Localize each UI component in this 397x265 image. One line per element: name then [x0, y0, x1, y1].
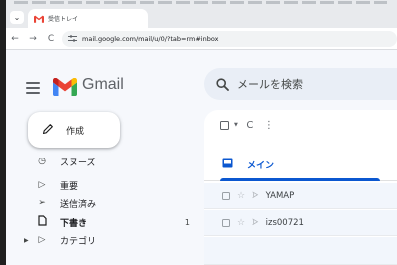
- sidebar-item-label: 重要: [60, 181, 79, 192]
- sidebar-item-drafts[interactable]: 下書き 1: [6, 214, 196, 230]
- sidebar-item-label: カテゴリ: [60, 236, 97, 247]
- sidebar-item-important[interactable]: ▷ 重要: [6, 177, 196, 193]
- label-icon: ▷: [38, 235, 46, 245]
- sidebar-item-label: スヌーズ: [60, 158, 96, 168]
- compose-label: 作成: [66, 126, 85, 137]
- email-row[interactable]: [204, 237, 397, 265]
- important-icon: ▷: [38, 180, 46, 190]
- select-all-checkbox[interactable]: [220, 120, 229, 130]
- send-icon: ➢: [38, 198, 46, 208]
- important-marker-icon[interactable]: ᗌ: [252, 218, 259, 228]
- sidebar-item-label: 下書き: [60, 218, 88, 229]
- mail-toolbar: ▼ C ⋮: [220, 116, 276, 134]
- gmail-logo-icon[interactable]: [53, 77, 77, 96]
- menu-icon[interactable]: [26, 82, 40, 94]
- row-checkbox[interactable]: [222, 191, 230, 200]
- forward-button[interactable]: →: [24, 30, 42, 48]
- tab-gmail-inbox[interactable]: 受信トレイ: [28, 9, 148, 28]
- pencil-icon: [42, 123, 54, 138]
- search-input[interactable]: メールを検索: [237, 76, 303, 92]
- gmail-favicon-icon: [34, 15, 44, 23]
- tab-bar: ⌄ 受信トレイ: [6, 6, 397, 28]
- clock-icon: ◷: [38, 158, 46, 166]
- site-info-icon[interactable]: [68, 34, 77, 44]
- tab-primary-label: メイン: [247, 160, 275, 171]
- select-dropdown-icon[interactable]: ▼: [234, 122, 238, 128]
- sidebar-item-categories[interactable]: ▶ ▷ カテゴリ: [6, 232, 196, 248]
- expand-icon[interactable]: ▶: [24, 237, 29, 244]
- gmail-wordmark[interactable]: Gmail: [82, 76, 124, 94]
- sidebar-item-label: 送信済み: [60, 199, 97, 210]
- email-sender: YAMAP: [265, 190, 295, 201]
- email-sender: izs00721: [265, 217, 304, 228]
- browser-window: ⌄ 受信トレイ ← → C mail.google.com/mail/u/0/?…: [6, 0, 397, 265]
- email-row[interactable]: ☆ ᗌ YAMAP: [204, 183, 397, 209]
- tab-title: 受信トレイ: [48, 16, 79, 23]
- draft-icon: [36, 215, 48, 229]
- tab-list-button[interactable]: ⌄: [10, 11, 24, 24]
- inbox-icon: [222, 158, 233, 171]
- important-marker-icon[interactable]: ᗌ: [252, 191, 259, 201]
- email-row[interactable]: ☆ ᗌ izs00721: [204, 210, 397, 236]
- active-tab-indicator: [220, 178, 380, 181]
- compose-button[interactable]: 作成: [28, 112, 120, 148]
- sidebar-item-snoozed[interactable]: ◷ スヌーズ: [6, 158, 196, 170]
- search-bar[interactable]: メールを検索: [204, 68, 397, 100]
- reload-button[interactable]: C: [42, 30, 60, 48]
- category-tabs: メイン: [204, 147, 397, 181]
- row-checkbox[interactable]: [222, 218, 230, 227]
- draft-count: 1: [184, 217, 190, 227]
- search-icon[interactable]: [216, 77, 229, 91]
- address-row: ← → C mail.google.com/mail/u/0/?tab=rm#i…: [6, 28, 397, 50]
- more-options-button[interactable]: ⋮: [262, 120, 276, 131]
- url-text: mail.google.com/mail/u/0/?tab=rm#inbox: [82, 35, 219, 43]
- address-bar[interactable]: mail.google.com/mail/u/0/?tab=rm#inbox: [62, 31, 397, 47]
- refresh-button[interactable]: C: [243, 120, 257, 131]
- tab-primary[interactable]: メイン: [204, 147, 382, 181]
- back-button[interactable]: ←: [6, 30, 24, 48]
- star-icon[interactable]: ☆: [237, 191, 245, 201]
- sidebar-item-sent[interactable]: ➢ 送信済み: [6, 195, 196, 211]
- star-icon[interactable]: ☆: [237, 218, 245, 228]
